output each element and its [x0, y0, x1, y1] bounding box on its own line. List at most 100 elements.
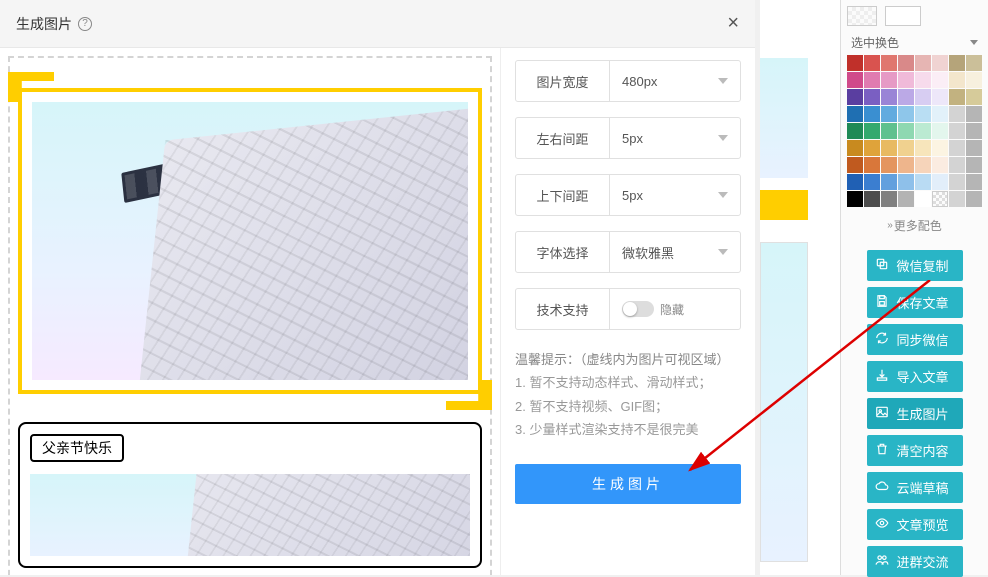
color-swatch[interactable]: [949, 72, 965, 88]
color-swatch[interactable]: [847, 191, 863, 207]
wechat-copy-button[interactable]: 微信复制: [867, 250, 963, 281]
color-swatch[interactable]: [898, 140, 914, 156]
color-swatch[interactable]: [932, 89, 948, 105]
color-swatch[interactable]: [949, 106, 965, 122]
color-swatch[interactable]: [881, 191, 897, 207]
color-swatch[interactable]: [932, 72, 948, 88]
color-swatch[interactable]: [949, 140, 965, 156]
generate-image-button[interactable]: 生成图片: [515, 464, 741, 504]
color-swatch[interactable]: [949, 157, 965, 173]
color-swatch[interactable]: [966, 157, 982, 173]
color-swatch[interactable]: [847, 174, 863, 190]
color-swatch[interactable]: [915, 123, 931, 139]
color-swatch[interactable]: [915, 174, 931, 190]
clear-content-button[interactable]: 清空内容: [867, 435, 963, 466]
setting-image-width: 图片宽度 480px: [515, 60, 741, 102]
color-swatch[interactable]: [949, 191, 965, 207]
color-swatch[interactable]: [864, 157, 880, 173]
color-swatch[interactable]: [847, 140, 863, 156]
color-swatch[interactable]: [881, 157, 897, 173]
color-swatch[interactable]: [932, 106, 948, 122]
double-chevron-down-icon: »: [887, 220, 890, 231]
chevron-down-icon: [718, 135, 728, 141]
color-swatch[interactable]: [881, 89, 897, 105]
color-swatch[interactable]: [898, 106, 914, 122]
color-swatch[interactable]: [915, 140, 931, 156]
toggle-thumb: [623, 302, 637, 316]
color-swatch[interactable]: [915, 106, 931, 122]
transparent-swatch[interactable]: [847, 6, 877, 26]
group-chat-button[interactable]: 进群交流: [867, 546, 963, 577]
sync-wechat-button[interactable]: 同步微信: [867, 324, 963, 355]
setting-font: 字体选择 微软雅黑: [515, 231, 741, 273]
cloud-draft-button[interactable]: 云端草稿: [867, 472, 963, 503]
color-swatch[interactable]: [881, 55, 897, 71]
color-swatch[interactable]: [949, 123, 965, 139]
save-article-button[interactable]: 保存文章: [867, 287, 963, 318]
v-margin-select[interactable]: 5px: [610, 175, 740, 215]
color-swatch[interactable]: [915, 72, 931, 88]
color-swatch[interactable]: [966, 55, 982, 71]
font-select[interactable]: 微软雅黑: [610, 232, 740, 272]
color-swatch[interactable]: [915, 89, 931, 105]
color-swatch[interactable]: [898, 89, 914, 105]
color-swatch[interactable]: [864, 174, 880, 190]
import-article-button[interactable]: 导入文章: [867, 361, 963, 392]
color-swatch[interactable]: [864, 89, 880, 105]
color-swatch[interactable]: [847, 123, 863, 139]
help-icon[interactable]: ?: [78, 17, 92, 31]
color-swatch[interactable]: [949, 174, 965, 190]
color-swatch[interactable]: [847, 106, 863, 122]
color-swatch[interactable]: [898, 191, 914, 207]
preview-button[interactable]: 文章预览: [867, 509, 963, 540]
color-swatch[interactable]: [966, 89, 982, 105]
color-swatch[interactable]: [949, 89, 965, 105]
color-swatch[interactable]: [932, 55, 948, 71]
color-swatch[interactable]: [966, 174, 982, 190]
tech-support-toggle[interactable]: 隐藏: [610, 289, 740, 329]
color-swatch[interactable]: [915, 55, 931, 71]
color-swatch[interactable]: [898, 55, 914, 71]
color-swatch[interactable]: [898, 157, 914, 173]
color-swatch[interactable]: [847, 72, 863, 88]
color-swatch[interactable]: [881, 174, 897, 190]
color-swatch[interactable]: [864, 106, 880, 122]
color-swatch[interactable]: [915, 191, 931, 207]
close-button[interactable]: ×: [727, 12, 739, 35]
color-swatch[interactable]: [881, 140, 897, 156]
color-swatch[interactable]: [932, 191, 948, 207]
color-swatch[interactable]: [966, 191, 982, 207]
color-swatch[interactable]: [932, 123, 948, 139]
h-margin-select[interactable]: 5px: [610, 118, 740, 158]
image-width-select[interactable]: 480px: [610, 61, 740, 101]
current-color-preview[interactable]: [885, 6, 921, 26]
color-swatch[interactable]: [881, 106, 897, 122]
color-swatch[interactable]: [932, 140, 948, 156]
color-swatch[interactable]: [864, 123, 880, 139]
color-swatch[interactable]: [966, 106, 982, 122]
color-swatch[interactable]: [898, 123, 914, 139]
color-swatch[interactable]: [898, 174, 914, 190]
color-swatch[interactable]: [847, 157, 863, 173]
color-swatch[interactable]: [915, 157, 931, 173]
color-swatch[interactable]: [932, 157, 948, 173]
color-swatch[interactable]: [864, 140, 880, 156]
color-swatch[interactable]: [881, 72, 897, 88]
more-colors-link[interactable]: » 更多配色: [847, 211, 982, 240]
color-swatch[interactable]: [881, 123, 897, 139]
color-swatch[interactable]: [966, 72, 982, 88]
cloud-icon: [875, 479, 889, 496]
color-swatch[interactable]: [949, 55, 965, 71]
action-label: 生成图片: [897, 404, 949, 423]
color-swatch[interactable]: [847, 55, 863, 71]
gen-image-button[interactable]: 生成图片: [867, 398, 963, 429]
color-swatch[interactable]: [898, 72, 914, 88]
color-swatch[interactable]: [966, 140, 982, 156]
color-swatch[interactable]: [864, 55, 880, 71]
color-swatch[interactable]: [864, 72, 880, 88]
action-label: 微信复制: [897, 256, 949, 275]
color-swatch[interactable]: [932, 174, 948, 190]
color-swatch[interactable]: [966, 123, 982, 139]
color-swatch[interactable]: [864, 191, 880, 207]
color-swatch[interactable]: [847, 89, 863, 105]
